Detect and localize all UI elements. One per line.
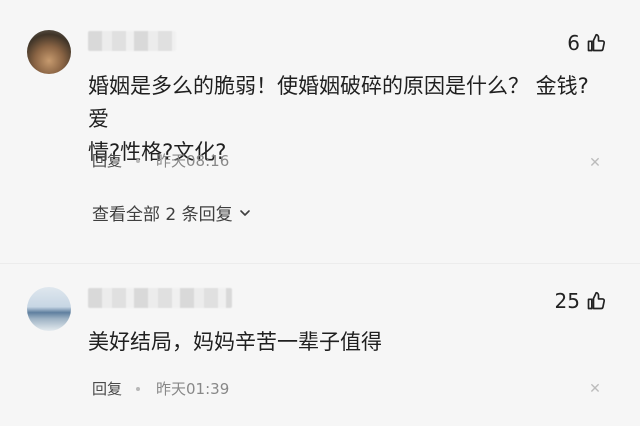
like-count: 25 [554,289,580,313]
avatar[interactable] [27,30,71,74]
comment-time: 昨天01:39 [156,380,230,398]
reply-button[interactable]: 回复 [92,378,122,399]
comment-meta: 回复 昨天01:39 [92,378,229,399]
blurred-username [88,31,176,51]
like-count: 6 [567,31,580,55]
separator-dot [136,386,141,391]
view-replies-button[interactable]: 查看全部 2 条回复 [92,200,251,225]
like-button[interactable]: 25 [555,290,606,312]
avatar[interactable] [27,287,71,331]
close-icon[interactable]: ✕ [588,156,602,170]
thumbs-up-icon [587,33,606,52]
comment-text: 美好结局，妈妈辛苦一辈子值得 [88,330,382,354]
chevron-down-icon [239,209,250,216]
separator-dot [136,158,141,163]
comment-separator [0,263,640,264]
blurred-username [88,288,232,308]
close-icon[interactable]: ✕ [588,382,602,396]
reply-button[interactable]: 回复 [92,150,122,171]
thumbs-up-icon [587,291,606,310]
comment-meta: 回复 昨天08:16 [92,150,229,171]
like-button[interactable]: 6 [567,32,606,54]
comment-time: 昨天08:16 [156,152,230,170]
view-replies-label: 查看全部 2 条回复 [92,205,233,225]
